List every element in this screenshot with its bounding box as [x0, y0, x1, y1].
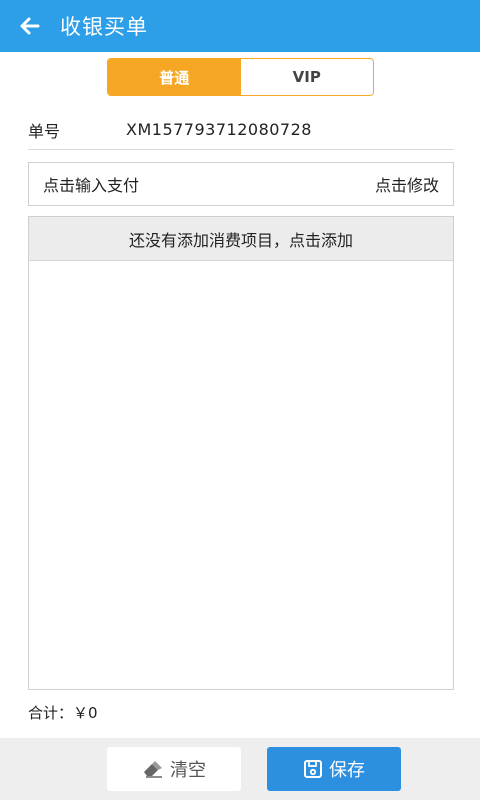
save-icon — [303, 759, 323, 779]
back-button[interactable] — [0, 0, 60, 52]
total-label: 合计： — [28, 704, 74, 722]
member-type-toggle: 普通 VIP — [107, 58, 374, 96]
order-number-value: XM157793712080728 — [126, 120, 312, 139]
save-button-label: 保存 — [329, 760, 365, 781]
save-button[interactable]: 保存 — [267, 747, 401, 791]
total-value: ￥0 — [73, 704, 98, 722]
arrow-left-icon — [20, 17, 40, 35]
order-number-row: 单号 XM157793712080728 — [28, 110, 454, 150]
tab-normal[interactable]: 普通 — [108, 59, 241, 95]
clear-button-label: 清空 — [170, 760, 206, 781]
bottom-action-bar: 清空 保存 — [0, 738, 480, 800]
payment-edit-link[interactable]: 点击修改 — [375, 172, 439, 196]
total-summary: 合计： ￥0 — [28, 702, 98, 723]
page-title: 收银买单 — [60, 15, 148, 39]
eraser-icon — [142, 760, 164, 778]
app-bar: 收银买单 — [0, 0, 480, 52]
order-number-label: 单号 — [28, 121, 61, 141]
payment-prompt[interactable]: 点击输入支付 — [43, 172, 139, 196]
clear-button[interactable]: 清空 — [107, 747, 241, 791]
tab-vip[interactable]: VIP — [240, 59, 373, 95]
add-item-button[interactable]: 还没有添加消费项目，点击添加 — [29, 217, 453, 261]
payment-input-box[interactable]: 点击输入支付 点击修改 — [28, 162, 454, 206]
consumption-items-list: 还没有添加消费项目，点击添加 — [28, 216, 454, 690]
